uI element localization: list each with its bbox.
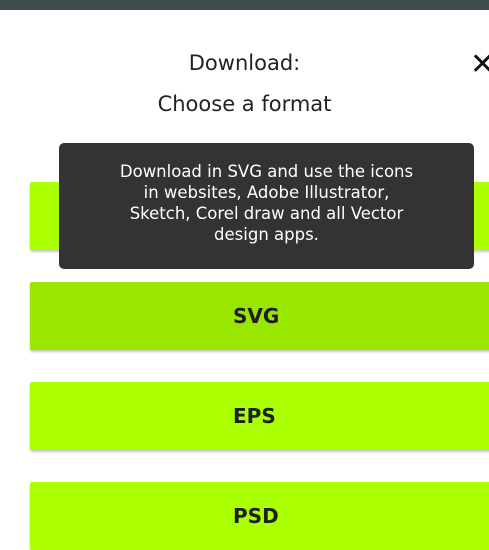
dialog-title: Download: (188, 51, 301, 75)
eps-download-button[interactable]: EPS (30, 382, 489, 450)
svg-download-button[interactable]: SVG (30, 282, 489, 350)
svg-tooltip: Download in SVG and use the icons in web… (59, 143, 474, 269)
download-dialog: Download: Choose a format ✕ SVG EPS PSD … (0, 0, 489, 550)
tooltip-line: Sketch, Corel draw and all Vector (129, 204, 404, 223)
eps-button-label: EPS (233, 404, 276, 428)
tooltip-line: Download in SVG and use the icons (119, 162, 414, 181)
psd-download-button[interactable]: PSD (30, 482, 489, 550)
psd-button-label: PSD (233, 504, 279, 528)
dialog-subtitle: Choose a format (157, 92, 332, 116)
top-bar (0, 0, 489, 10)
tooltip-line: in websites, Adobe Illustrator, (143, 183, 390, 202)
tooltip-line: design apps. (214, 225, 319, 244)
svg-button-label: SVG (233, 304, 280, 328)
close-icon[interactable]: ✕ (470, 50, 489, 80)
